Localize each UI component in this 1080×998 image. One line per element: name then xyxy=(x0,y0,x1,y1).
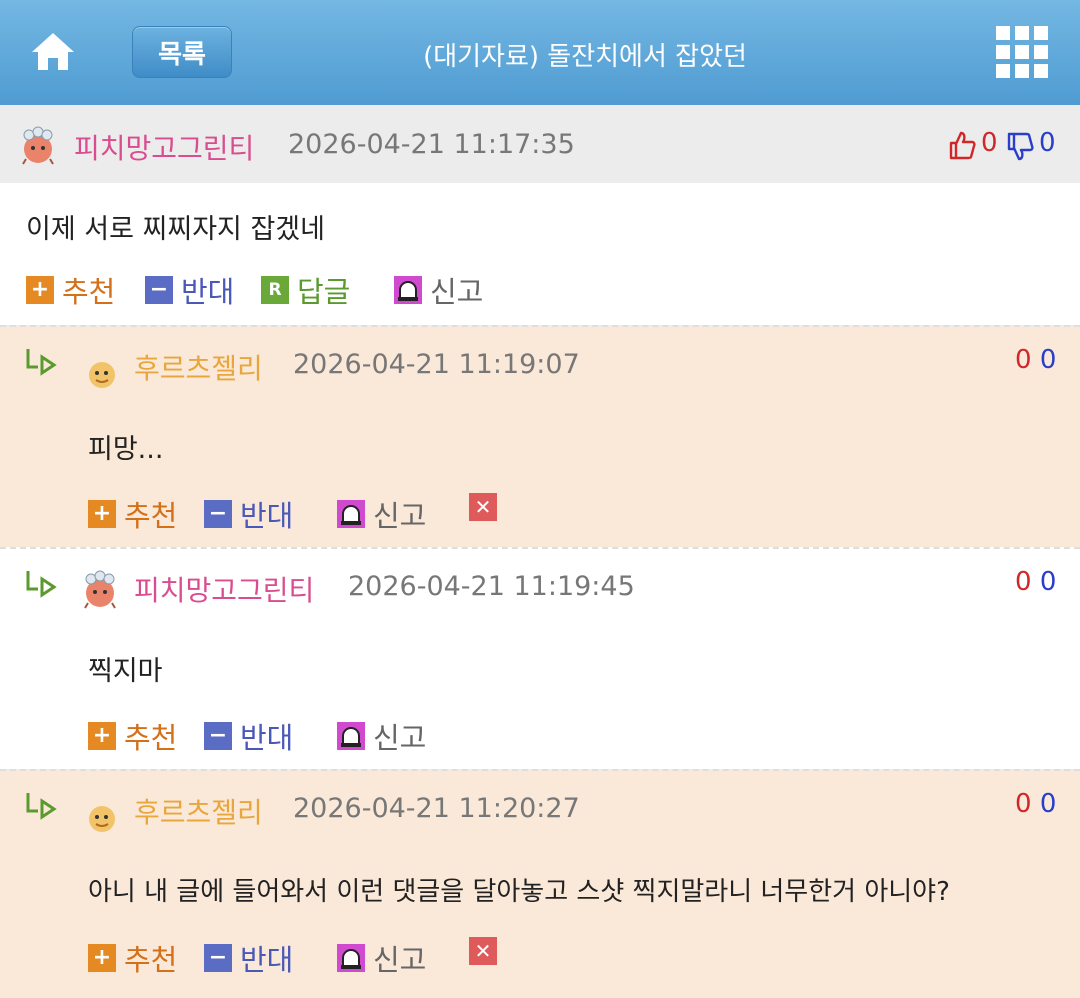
reply-arrow-icon xyxy=(26,349,57,376)
recommend-label: 추천 xyxy=(124,943,178,977)
reply-button[interactable]: R 답글 xyxy=(261,269,350,311)
oppose-button[interactable]: − 반대 xyxy=(204,715,293,757)
minus-icon: − xyxy=(204,722,232,750)
report-label: 신고 xyxy=(430,275,484,309)
plus-icon: + xyxy=(88,944,116,972)
comment-author[interactable]: 후르츠젤리 xyxy=(134,791,263,831)
post-header: 피치망고그린티 2026-04-21 11:17:35 0 0 xyxy=(0,105,1080,183)
oppose-label: 반대 xyxy=(181,275,235,309)
post-text: 이제 서로 찌찌자지 잡겠네 xyxy=(26,214,325,245)
reply-arrow-icon xyxy=(26,793,57,820)
jelly-avatar xyxy=(89,362,115,388)
comment-date: 2026-04-21 11:19:45 xyxy=(348,571,635,602)
recommend-button[interactable]: + 추천 xyxy=(26,269,115,311)
recommend-label: 추천 xyxy=(124,721,178,755)
comment-up-count: 0 xyxy=(1015,567,1032,597)
delete-icon: ✕ xyxy=(469,937,497,965)
oppose-label: 반대 xyxy=(240,499,294,533)
post-body: 이제 서로 찌찌자지 잡겠네 + 추천 − 반대 R 답글 신고 xyxy=(0,183,1080,325)
comment-text: 피망... xyxy=(88,434,164,465)
report-icon xyxy=(337,500,365,528)
oppose-button[interactable]: − 반대 xyxy=(145,269,234,311)
post-author[interactable]: 피치망고그린티 xyxy=(74,127,254,167)
reply-icon: R xyxy=(261,276,289,304)
delete-icon: ✕ xyxy=(469,493,497,521)
list-button[interactable]: 목록 xyxy=(132,26,232,78)
report-icon xyxy=(394,276,422,304)
top-bar: 목록 (대기자료) 돌잔치에서 잡았던 xyxy=(0,0,1080,105)
thumbs-up-icon[interactable] xyxy=(948,130,976,160)
recommend-button[interactable]: + 추천 xyxy=(88,715,177,757)
comment-date: 2026-04-21 11:20:27 xyxy=(293,793,580,824)
delete-button[interactable]: ✕ xyxy=(469,493,505,521)
report-button[interactable]: 신고 xyxy=(394,269,483,311)
comment-item: 후르츠젤리 2026-04-21 11:19:07 0 0 피망... + 추천 … xyxy=(0,325,1080,547)
comment-author[interactable]: 피치망고그린티 xyxy=(134,569,314,609)
oppose-button[interactable]: − 반대 xyxy=(204,937,293,979)
comment-author[interactable]: 후르츠젤리 xyxy=(134,347,263,387)
plus-icon: + xyxy=(26,276,54,304)
jelly-avatar xyxy=(89,806,115,832)
dislike-count: 0 xyxy=(1039,128,1056,158)
recommend-label: 추천 xyxy=(62,275,116,309)
comment-votes: 0 0 xyxy=(1015,345,1056,375)
thumbs-down-icon[interactable] xyxy=(1006,132,1034,162)
comment-down-count: 0 xyxy=(1039,567,1057,597)
recommend-button[interactable]: + 추천 xyxy=(88,937,177,979)
comment-text: 아니 내 글에 들어와서 이런 댓글을 달아놓고 스샷 찍지말라니 너무한거 아… xyxy=(88,877,950,907)
comment-text: 찍지마 xyxy=(88,656,163,687)
plus-icon: + xyxy=(88,500,116,528)
plus-icon: + xyxy=(88,722,116,750)
recommend-label: 추천 xyxy=(124,499,178,533)
comment-up-count: 0 xyxy=(1015,789,1032,819)
report-icon xyxy=(337,722,365,750)
report-icon xyxy=(337,944,365,972)
delete-button[interactable]: ✕ xyxy=(469,937,505,965)
oppose-label: 반대 xyxy=(240,943,294,977)
report-label: 신고 xyxy=(373,721,427,755)
oppose-button[interactable]: − 반대 xyxy=(204,493,293,535)
comment-date: 2026-04-21 11:19:07 xyxy=(293,349,580,380)
post-date: 2026-04-21 11:17:35 xyxy=(288,129,575,160)
like-count: 0 xyxy=(981,128,998,158)
report-label: 신고 xyxy=(373,943,427,977)
comment-item: 후르츠젤리 2026-04-21 11:20:27 0 0 아니 내 글에 들어… xyxy=(0,769,1080,998)
comment-down-count: 0 xyxy=(1039,345,1057,375)
comment-item: 피치망고그린티 2026-04-21 11:19:45 0 0 찍지마 + 추천 … xyxy=(0,547,1080,769)
oppose-label: 반대 xyxy=(240,721,294,755)
report-label: 신고 xyxy=(373,499,427,533)
peach-avatar xyxy=(84,570,116,609)
comment-votes: 0 0 xyxy=(1015,789,1056,819)
grid-menu-icon[interactable] xyxy=(996,26,1048,78)
minus-icon: − xyxy=(145,276,173,304)
comment-down-count: 0 xyxy=(1039,789,1057,819)
report-button[interactable]: 신고 xyxy=(337,493,426,535)
reply-arrow-icon xyxy=(26,571,57,598)
comment-up-count: 0 xyxy=(1015,345,1032,375)
home-icon[interactable] xyxy=(30,30,76,72)
report-button[interactable]: 신고 xyxy=(337,937,426,979)
minus-icon: − xyxy=(204,500,232,528)
report-button[interactable]: 신고 xyxy=(337,715,426,757)
minus-icon: − xyxy=(204,944,232,972)
reply-label: 답글 xyxy=(297,275,351,309)
page-title: (대기자료) 돌잔치에서 잡았던 xyxy=(423,42,747,72)
recommend-button[interactable]: + 추천 xyxy=(88,493,177,535)
peach-avatar xyxy=(22,126,54,165)
comment-votes: 0 0 xyxy=(1015,567,1056,597)
